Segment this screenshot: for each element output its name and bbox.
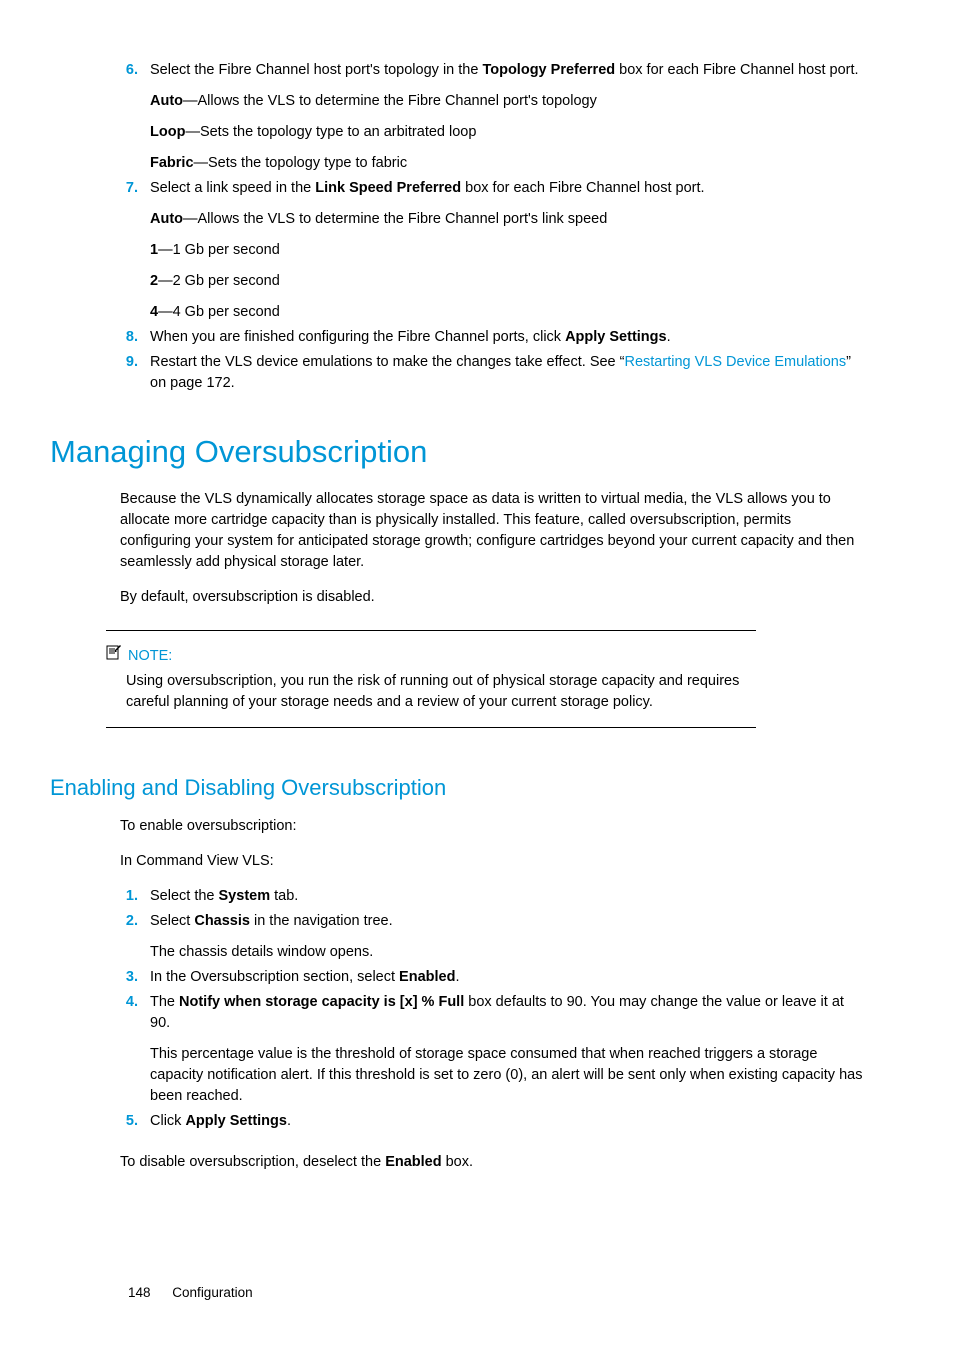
- note-block: NOTE: Using oversubscription, you run th…: [106, 630, 756, 728]
- ordered-list-a: 6.Select the Fibre Channel host port's t…: [50, 60, 864, 394]
- list-number: 4.: [120, 992, 150, 1107]
- bold-text: 2: [150, 273, 158, 289]
- paragraph: Auto—Allows the VLS to determine the Fib…: [150, 91, 864, 112]
- list-item-body: When you are finished configuring the Fi…: [150, 327, 864, 348]
- paragraph: Auto—Allows the VLS to determine the Fib…: [150, 209, 864, 230]
- list-item-body: The Notify when storage capacity is [x] …: [150, 992, 864, 1107]
- bold-text: Enabled: [385, 1154, 441, 1170]
- bold-text: Apply Settings: [185, 1113, 287, 1129]
- list-item: 7.Select a link speed in the Link Speed …: [120, 178, 864, 323]
- list-number: 1.: [120, 886, 150, 907]
- cross-reference-link[interactable]: Restarting VLS Device Emulations: [624, 354, 846, 370]
- bold-text: Loop: [150, 124, 185, 140]
- list-number: 6.: [120, 60, 150, 174]
- list-item: 1.Select the System tab.: [120, 886, 864, 907]
- bold-text: Chassis: [194, 913, 250, 929]
- paragraph: Select the Fibre Channel host port's top…: [150, 60, 864, 81]
- paragraph: 4—4 Gb per second: [150, 302, 864, 323]
- paragraph: Because the VLS dynamically allocates st…: [120, 489, 864, 573]
- list-item-body: Click Apply Settings.: [150, 1111, 864, 1132]
- paragraph: When you are finished configuring the Fi…: [150, 327, 864, 348]
- list-item-body: Select Chassis in the navigation tree. Th…: [150, 911, 864, 963]
- list-item-body: Restart the VLS device emulations to mak…: [150, 352, 864, 394]
- paragraph: Select a link speed in the Link Speed Pr…: [150, 178, 864, 199]
- list-item-body: In the Oversubscription section, select …: [150, 967, 864, 988]
- paragraph: To disable oversubscription, deselect th…: [120, 1152, 864, 1173]
- page-number: 148: [128, 1285, 151, 1300]
- paragraph: The chassis details window opens.: [150, 942, 864, 963]
- bold-text: Apply Settings: [565, 329, 667, 345]
- paragraph: To enable oversubscription:: [120, 816, 864, 837]
- paragraph: 2—2 Gb per second: [150, 271, 864, 292]
- list-number: 9.: [120, 352, 150, 394]
- paragraph: In Command View VLS:: [120, 851, 864, 872]
- bold-text: Auto: [150, 211, 183, 227]
- ordered-list-b: 1.Select the System tab.2.Select Chassis…: [50, 886, 864, 1132]
- paragraph: The Notify when storage capacity is [x] …: [150, 992, 864, 1034]
- list-number: 8.: [120, 327, 150, 348]
- list-item: 9.Restart the VLS device emulations to m…: [120, 352, 864, 394]
- list-item-body: Select the System tab.: [150, 886, 864, 907]
- note-body: Using oversubscription, you run the risk…: [126, 671, 756, 713]
- list-number: 5.: [120, 1111, 150, 1132]
- bold-text: System: [219, 888, 271, 904]
- page-footer: 148 Configuration: [128, 1283, 864, 1303]
- list-item: 3.In the Oversubscription section, selec…: [120, 967, 864, 988]
- paragraph: Fabric—Sets the topology type to fabric: [150, 153, 864, 174]
- note-label: NOTE:: [128, 646, 172, 667]
- paragraph: By default, oversubscription is disabled…: [120, 587, 864, 608]
- bold-text: Link Speed Preferred: [315, 180, 461, 196]
- paragraph: Click Apply Settings.: [150, 1111, 864, 1132]
- list-number: 7.: [120, 178, 150, 323]
- bold-text: Fabric: [150, 155, 194, 171]
- list-number: 2.: [120, 911, 150, 963]
- list-number: 3.: [120, 967, 150, 988]
- paragraph: This percentage value is the threshold o…: [150, 1044, 864, 1107]
- bold-text: Enabled: [399, 969, 455, 985]
- document-page: 6.Select the Fibre Channel host port's t…: [0, 0, 954, 1353]
- note-icon: [106, 645, 122, 667]
- bold-text: 1: [150, 242, 158, 258]
- bold-text: Topology Preferred: [482, 62, 615, 78]
- list-item: 8.When you are finished configuring the …: [120, 327, 864, 348]
- list-item: 6.Select the Fibre Channel host port's t…: [120, 60, 864, 174]
- list-item: 2.Select Chassis in the navigation tree.…: [120, 911, 864, 963]
- bold-text: 4: [150, 304, 158, 320]
- paragraph: Select Chassis in the navigation tree.: [150, 911, 864, 932]
- paragraph: In the Oversubscription section, select …: [150, 967, 864, 988]
- list-item: 4.The Notify when storage capacity is [x…: [120, 992, 864, 1107]
- list-item-body: Select a link speed in the Link Speed Pr…: [150, 178, 864, 323]
- list-item-body: Select the Fibre Channel host port's top…: [150, 60, 864, 174]
- footer-section-label: Configuration: [172, 1285, 252, 1300]
- list-item: 5.Click Apply Settings.: [120, 1111, 864, 1132]
- heading-managing-oversubscription: Managing Oversubscription: [50, 430, 864, 475]
- heading-enabling-disabling-oversubscription: Enabling and Disabling Oversubscription: [50, 772, 864, 804]
- bold-text: Auto: [150, 93, 183, 109]
- paragraph: Restart the VLS device emulations to mak…: [150, 352, 864, 394]
- paragraph: Select the System tab.: [150, 886, 864, 907]
- paragraph: Loop—Sets the topology type to an arbitr…: [150, 122, 864, 143]
- bold-text: Notify when storage capacity is [x] % Fu…: [179, 994, 464, 1010]
- paragraph: 1—1 Gb per second: [150, 240, 864, 261]
